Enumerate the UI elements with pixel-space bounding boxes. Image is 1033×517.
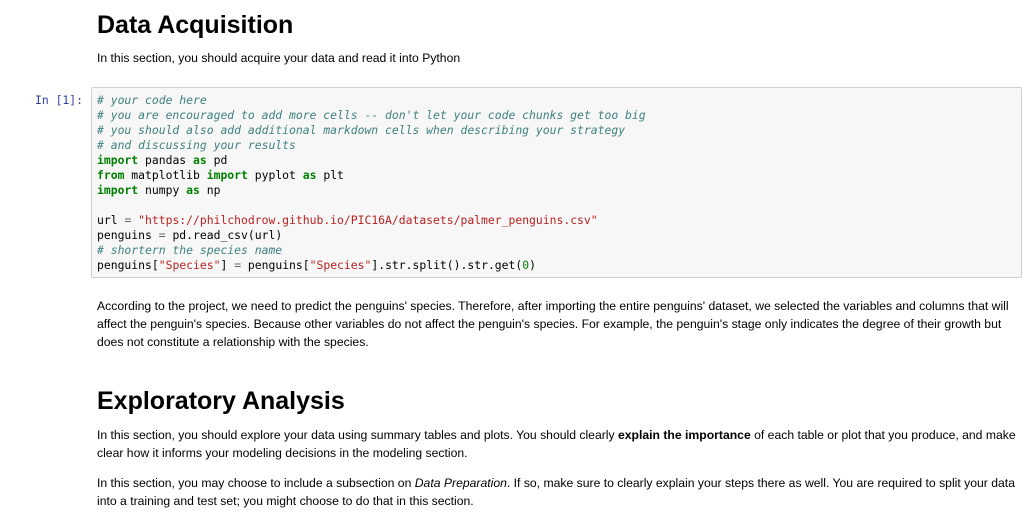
code-text: np	[199, 183, 221, 197]
section-heading-exploratory-analysis: Exploratory Analysis	[97, 387, 345, 415]
code-line: # you are encouraged to add more cells -…	[97, 108, 1021, 123]
code-text: pd.read_csv(url)	[165, 228, 283, 242]
code-line: # your code here	[97, 93, 1021, 108]
code-keyword: import	[206, 168, 248, 182]
exploratory-paragraph-2: In this section, you may choose to inclu…	[97, 474, 1022, 510]
cell-input-prompt: In [1]:	[35, 93, 84, 107]
code-comment: # and discussing your results	[97, 138, 296, 152]
code-keyword: as	[186, 183, 200, 197]
code-text: url	[97, 213, 125, 227]
code-line: # you should also add additional markdow…	[97, 123, 1021, 138]
code-line: url = "https://philchodrow.github.io/PIC…	[97, 213, 1021, 228]
code-text: numpy	[138, 183, 187, 197]
paragraph-text: In this section, you should explore your…	[97, 428, 618, 442]
code-cell-editor[interactable]: # your code here # you are encouraged to…	[91, 87, 1022, 278]
code-text: pandas	[138, 153, 194, 167]
code-line: # and discussing your results	[97, 138, 1021, 153]
code-comment: # your code here	[97, 93, 207, 107]
code-line: import pandas as pd	[97, 153, 1021, 168]
code-text: pd	[206, 153, 228, 167]
code-keyword: import	[97, 153, 139, 167]
explanation-paragraph: According to the project, we need to pre…	[97, 299, 1009, 349]
code-line: import numpy as np	[97, 183, 1021, 198]
code-line: penguins = pd.read_csv(url)	[97, 228, 1021, 243]
code-comment: # you are encouraged to add more cells -…	[97, 108, 646, 122]
code-text: )	[529, 258, 536, 272]
code-comment: # shortern the species name	[97, 243, 283, 257]
paragraph-text: In this section, you may choose to inclu…	[97, 476, 415, 490]
code-comment: # you should also add additional markdow…	[97, 123, 626, 137]
code-text: plt	[316, 168, 344, 182]
code-line: from matplotlib import pyplot as plt	[97, 168, 1021, 183]
code-operator: =	[158, 228, 166, 242]
code-keyword: import	[97, 183, 139, 197]
code-keyword: from	[97, 168, 125, 182]
code-line: penguins["Species"] = penguins["Species"…	[97, 258, 1021, 273]
code-string: "Species"	[158, 258, 221, 272]
exploratory-paragraph-1: In this section, you should explore your…	[97, 426, 1022, 462]
code-text: ].str.split().str.get(	[371, 258, 523, 272]
code-text: ]	[220, 258, 235, 272]
code-text: penguins	[97, 228, 159, 242]
code-line: # shortern the species name	[97, 243, 1021, 258]
emphasis-italic-text: Data Preparation	[414, 476, 507, 490]
code-text: penguins[	[97, 258, 159, 272]
code-text: pyplot	[247, 168, 303, 182]
code-text: penguins[	[241, 258, 310, 272]
code-text: matplotlib	[124, 168, 207, 182]
code-keyword: as	[302, 168, 317, 182]
emphasis-bold-text: explain the importance	[617, 428, 751, 442]
code-string: "https://philchodrow.github.io/PIC16A/da…	[131, 213, 598, 227]
code-keyword: as	[193, 153, 207, 167]
section-intro-text: In this section, you should acquire your…	[97, 51, 461, 65]
section-heading-data-acquisition: Data Acquisition	[97, 11, 294, 39]
code-string: "Species"	[309, 258, 372, 272]
